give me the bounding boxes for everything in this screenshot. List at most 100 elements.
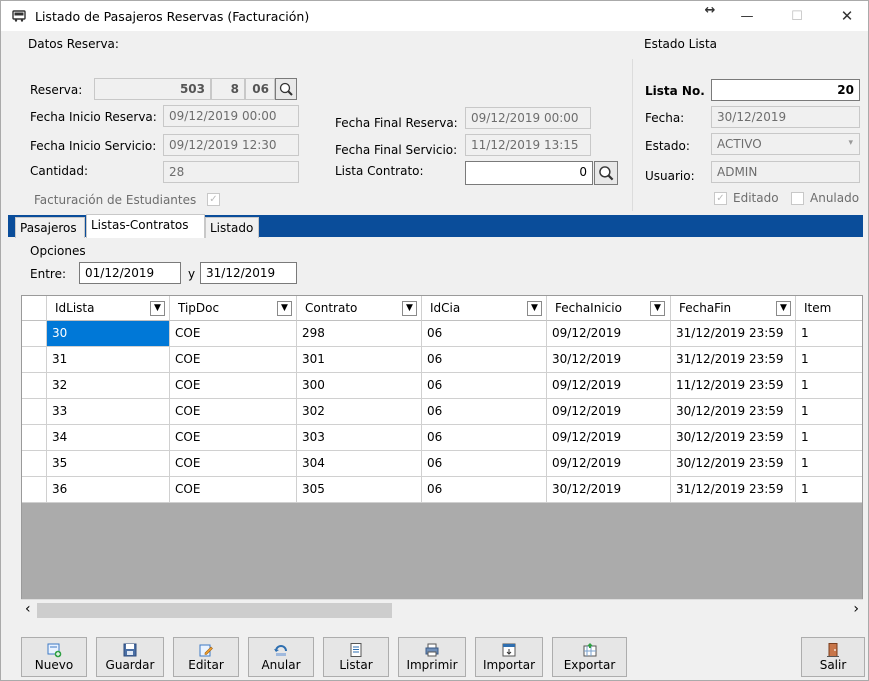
reserva-field-1[interactable]: 503 (94, 78, 211, 100)
chevron-down-icon[interactable]: ▼ (277, 301, 292, 316)
table-row[interactable]: 32 COE 300 06 09/12/2019 11/12/2019 23:5… (22, 373, 862, 399)
row-indicator[interactable] (22, 347, 47, 373)
cell-idcia[interactable]: 06 (422, 399, 547, 425)
row-indicator[interactable] (22, 399, 47, 425)
horizontal-scrollbar[interactable]: ‹ › (21, 599, 863, 620)
cell-idcia[interactable]: 06 (422, 321, 547, 347)
fecha-inicio-reserva-field[interactable]: 09/12/2019 00:00 (163, 105, 299, 127)
guardar-button[interactable]: Guardar (96, 637, 164, 677)
cell-idlista[interactable]: 35 (47, 451, 170, 477)
anulado-checkbox[interactable] (791, 192, 804, 205)
usuario-field[interactable]: ADMIN (711, 161, 860, 183)
close-button[interactable]: ✕ (827, 1, 867, 31)
reserva-search-button[interactable] (275, 78, 297, 100)
fecha-final-servicio-field[interactable]: 11/12/2019 13:15 (465, 134, 591, 156)
cell-idlista[interactable]: 33 (47, 399, 170, 425)
row-indicator[interactable] (22, 425, 47, 451)
cell-contrato[interactable]: 305 (297, 477, 422, 503)
tab-listado[interactable]: Listado (205, 217, 259, 238)
reserva-field-2[interactable]: 8 (211, 78, 245, 100)
cell-idcia[interactable]: 06 (422, 347, 547, 373)
reserva-field-3[interactable]: 06 (245, 78, 275, 100)
col-header-tipdoc[interactable]: TipDoc ▼ (170, 296, 297, 321)
table-row[interactable]: 31 COE 301 06 30/12/2019 31/12/2019 23:5… (22, 347, 862, 373)
cell-idlista[interactable]: 32 (47, 373, 170, 399)
cell-fechainicio[interactable]: 09/12/2019 (547, 373, 671, 399)
chevron-down-icon[interactable]: ▼ (650, 301, 665, 316)
cell-idcia[interactable]: 06 (422, 373, 547, 399)
cell-item[interactable]: 1 (796, 451, 862, 477)
cell-tipdoc[interactable]: COE (170, 451, 297, 477)
cell-fechainicio[interactable]: 30/12/2019 (547, 347, 671, 373)
cell-item[interactable]: 1 (796, 321, 862, 347)
table-row[interactable]: 33 COE 302 06 09/12/2019 30/12/2019 23:5… (22, 399, 862, 425)
scroll-left-icon[interactable]: ‹ (25, 601, 31, 617)
fecha-desde-field[interactable]: 01/12/2019 (79, 262, 181, 284)
cell-contrato[interactable]: 302 (297, 399, 422, 425)
anular-button[interactable]: Anular (248, 637, 314, 677)
imprimir-button[interactable]: Imprimir (398, 637, 466, 677)
cell-contrato[interactable]: 300 (297, 373, 422, 399)
cell-fechafin[interactable]: 30/12/2019 23:59 (671, 451, 796, 477)
table-row[interactable]: 30 COE 298 06 09/12/2019 31/12/2019 23:5… (22, 321, 862, 347)
col-header-contrato[interactable]: Contrato ▼ (297, 296, 422, 321)
cell-idcia[interactable]: 06 (422, 451, 547, 477)
cell-tipdoc[interactable]: COE (170, 347, 297, 373)
lista-contrato-field[interactable]: 0 (465, 161, 593, 185)
cell-item[interactable]: 1 (796, 425, 862, 451)
cell-item[interactable]: 1 (796, 347, 862, 373)
cell-tipdoc[interactable]: COE (170, 425, 297, 451)
editado-checkbox[interactable]: ✓ (714, 192, 727, 205)
fecha-final-reserva-field[interactable]: 09/12/2019 00:00 (465, 107, 591, 129)
scroll-right-icon[interactable]: › (853, 601, 859, 617)
row-indicator[interactable] (22, 321, 47, 347)
cell-fechafin[interactable]: 31/12/2019 23:59 (671, 477, 796, 503)
chevron-down-icon[interactable]: ▼ (776, 301, 791, 316)
facturacion-checkbox[interactable]: ✓ (207, 193, 220, 206)
estado-select[interactable]: ACTIVO ▾ (711, 133, 860, 155)
cell-fechafin[interactable]: 31/12/2019 23:59 (671, 347, 796, 373)
cell-fechainicio[interactable]: 09/12/2019 (547, 425, 671, 451)
col-header-idcia[interactable]: IdCia ▼ (422, 296, 547, 321)
fecha-inicio-servicio-field[interactable]: 09/12/2019 12:30 (163, 134, 299, 156)
tab-listas-contratos[interactable]: Listas-Contratos (86, 214, 205, 238)
chevron-down-icon[interactable]: ▼ (150, 301, 165, 316)
cell-fechainicio[interactable]: 09/12/2019 (547, 399, 671, 425)
cell-fechafin[interactable]: 30/12/2019 23:59 (671, 425, 796, 451)
fecha-hasta-field[interactable]: 31/12/2019 (200, 262, 297, 284)
cell-item[interactable]: 1 (796, 399, 862, 425)
cell-fechafin[interactable]: 31/12/2019 23:59 (671, 321, 796, 347)
exportar-button[interactable]: Exportar (552, 637, 627, 677)
cell-tipdoc[interactable]: COE (170, 477, 297, 503)
resize-icon[interactable]: ↔ (695, 0, 725, 25)
table-row[interactable]: 35 COE 304 06 09/12/2019 30/12/2019 23:5… (22, 451, 862, 477)
lista-contrato-search-button[interactable] (594, 161, 618, 185)
tab-pasajeros[interactable]: Pasajeros (15, 217, 85, 238)
cell-contrato[interactable]: 301 (297, 347, 422, 373)
cell-item[interactable]: 1 (796, 477, 862, 503)
listar-button[interactable]: Listar (323, 637, 389, 677)
row-indicator[interactable] (22, 451, 47, 477)
lista-no-field[interactable]: 20 (711, 79, 860, 101)
cell-idlista[interactable]: 36 (47, 477, 170, 503)
cell-contrato[interactable]: 298 (297, 321, 422, 347)
cantidad-field[interactable]: 28 (163, 161, 299, 183)
cell-idlista[interactable]: 31 (47, 347, 170, 373)
fecha-field[interactable]: 30/12/2019 (711, 106, 860, 128)
editar-button[interactable]: Editar (173, 637, 239, 677)
row-indicator[interactable] (22, 373, 47, 399)
contratos-grid[interactable]: IdLista ▼ TipDoc ▼ Contrato ▼ IdCia ▼ FechaI… (21, 295, 863, 620)
cell-tipdoc[interactable]: COE (170, 373, 297, 399)
cell-tipdoc[interactable]: COE (170, 321, 297, 347)
cell-idcia[interactable]: 06 (422, 477, 547, 503)
cell-fechafin[interactable]: 11/12/2019 23:59 (671, 373, 796, 399)
col-header-fechafin[interactable]: FechaFin ▼ (671, 296, 796, 321)
col-header-item[interactable]: Item (796, 296, 862, 321)
cell-tipdoc[interactable]: COE (170, 399, 297, 425)
col-header-fechainicio[interactable]: FechaInicio ▼ (547, 296, 671, 321)
row-indicator[interactable] (22, 477, 47, 503)
importar-button[interactable]: Importar (475, 637, 543, 677)
salir-button[interactable]: Salir (801, 637, 865, 677)
chevron-down-icon[interactable]: ▼ (527, 301, 542, 316)
minimize-button[interactable]: — (727, 1, 767, 31)
